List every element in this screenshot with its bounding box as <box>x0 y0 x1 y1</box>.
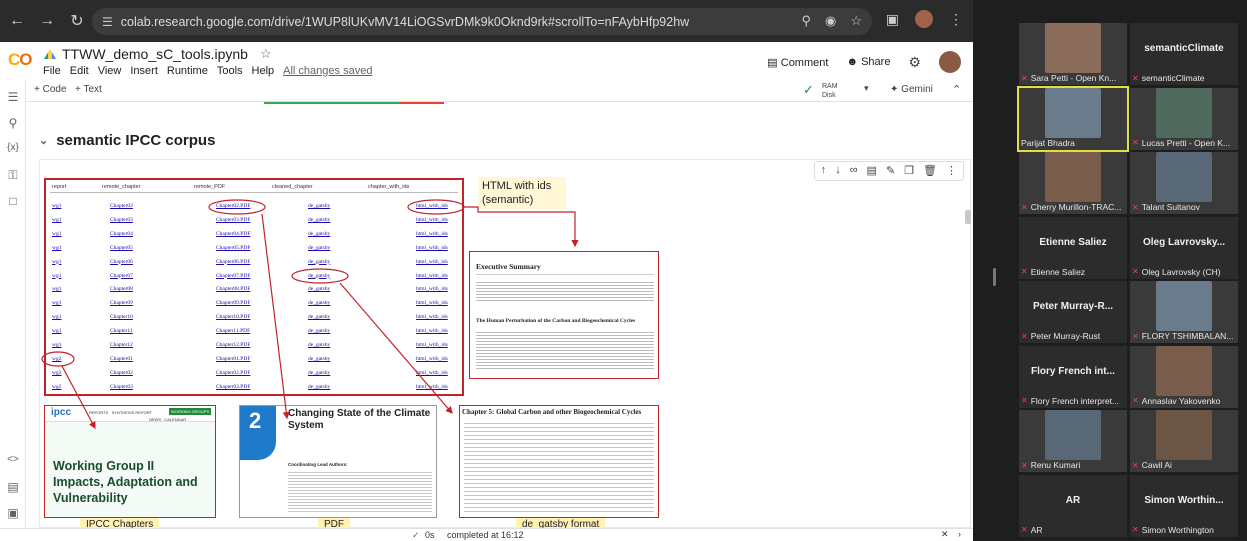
participant-tile[interactable]: Simon Worthin... ✕ Simon Worthington <box>1130 474 1238 537</box>
muted-mic-icon: ✕ <box>1132 267 1139 276</box>
muted-mic-icon: ✕ <box>1021 267 1028 276</box>
participant-tile[interactable]: Flory French int... ✕ Flory French interpr… <box>1019 345 1127 408</box>
participant-tile[interactable]: Peter Murray-R... ✕ Peter Murray-Rust <box>1019 281 1127 343</box>
participant-name-bar: ✕ Peter Murray-Rust <box>1021 331 1100 341</box>
participant-name: Cawil Ai <box>1141 460 1172 470</box>
arrow-to-pdf-thumb <box>261 213 290 420</box>
participant-name-bar: ✕ Annaslav Yakovenko <box>1132 396 1220 406</box>
video-call-participants-panel: ✕ Sara Petti - Open Kn... semanticClimate ✕… <box>973 0 1247 541</box>
participant-name: Etienne Saliez <box>1030 266 1086 277</box>
participant-name-bar: ✕ AR <box>1021 525 1043 535</box>
participant-name: Cherry Murillon-TRAC... <box>1030 202 1122 212</box>
participant-name: Annaslav Yakovenko <box>1141 395 1221 406</box>
participant-name-bar: ✕ Cherry Murillon-TRAC... <box>1021 202 1121 212</box>
participant-tile[interactable]: ✕ Sara Petti - Open Kn... <box>1019 23 1127 85</box>
muted-mic-icon: ✕ <box>1132 202 1139 212</box>
participant-video <box>1045 23 1101 73</box>
highlight-html-ids-ellipse <box>407 199 465 215</box>
panel-resize-handle[interactable] <box>993 268 996 286</box>
participant-display-name: AR <box>1065 494 1081 506</box>
browser-window: ← → ↻ ☰ colab.research.google.com/drive/… <box>0 0 973 541</box>
muted-mic-icon: ✕ <box>1132 331 1139 341</box>
participant-tile[interactable]: Etienne Saliez ✕ Etienne Saliez <box>1019 216 1127 279</box>
arrow-to-ipcc-thumb <box>61 365 96 430</box>
participant-video <box>1156 345 1212 396</box>
participant-tile[interactable]: ✕ Lucas Pretti - Open K... <box>1130 87 1238 150</box>
participant-name: Talant Sultanov <box>1141 202 1200 212</box>
participant-name-bar: ✕ FLORY TSHIMBALAN... <box>1132 331 1233 341</box>
status-bar: ✓ 0s completed at 16:12 ✕ › <box>0 528 973 541</box>
annotation-overlay <box>41 199 579 430</box>
participant-tile[interactable]: semanticClimate ✕ semanticClimate <box>1130 23 1238 85</box>
participant-tile[interactable]: ✕ FLORY TSHIMBALAN... <box>1130 281 1238 343</box>
expand-status-icon[interactable]: › <box>958 529 961 539</box>
status-check-icon: ✓ <box>412 530 420 540</box>
participant-video <box>1156 152 1212 202</box>
participant-display-name: Oleg Lavrovsky... <box>1142 236 1226 248</box>
muted-mic-icon: ✕ <box>1132 460 1139 470</box>
participant-name: Oleg Lavrovsky (CH) <box>1141 266 1221 277</box>
muted-mic-icon: ✕ <box>1021 396 1028 405</box>
participant-name: Renu Kumari <box>1030 460 1081 470</box>
participant-display-name: Simon Worthin... <box>1144 494 1224 506</box>
participant-name-bar: ✕ Renu Kumari <box>1021 460 1080 470</box>
participant-name-bar: ✕ Flory French interpret... <box>1021 396 1119 406</box>
participant-display-name: Etienne Saliez <box>1039 236 1107 248</box>
participant-name: Parijat Bhadra <box>1021 137 1075 148</box>
close-status-icon[interactable]: ✕ <box>941 529 949 540</box>
muted-mic-icon: ✕ <box>1132 138 1139 147</box>
participant-name-bar: ✕ Sara Petti - Open Kn... <box>1021 73 1116 83</box>
participant-video <box>1156 410 1212 460</box>
muted-mic-icon: ✕ <box>1021 460 1028 470</box>
participant-tile[interactable]: ✕ Talant Sultanov <box>1130 152 1238 214</box>
muted-mic-icon: ✕ <box>1132 73 1139 83</box>
highlight-pdf-ellipse <box>208 199 266 215</box>
participant-display-name: Peter Murray-R... <box>1032 301 1114 312</box>
participant-name-bar: ✕ Simon Worthington <box>1132 525 1214 535</box>
muted-mic-icon: ✕ <box>1132 525 1139 534</box>
participant-video <box>1156 281 1212 331</box>
participant-video <box>1045 410 1101 460</box>
arrow-to-gatsby-thumb <box>339 282 453 414</box>
participant-name: semanticClimate <box>1141 73 1205 83</box>
muted-mic-icon: ✕ <box>1021 331 1028 341</box>
status-duration: 0s <box>425 530 435 540</box>
participant-name: Lucas Pretti - Open K... <box>1141 137 1231 148</box>
participant-name: FLORY TSHIMBALAN... <box>1141 331 1234 341</box>
participant-tile[interactable]: ✕ Renu Kumari <box>1019 410 1127 472</box>
muted-mic-icon: ✕ <box>1021 73 1028 83</box>
muted-mic-icon: ✕ <box>1021 202 1028 212</box>
screen: ← → ↻ ☰ colab.research.google.com/drive/… <box>0 0 1247 541</box>
status-text: completed at 16:12 <box>447 530 524 540</box>
participant-name: Flory French interpret... <box>1030 395 1120 406</box>
highlight-wg2-ellipse <box>41 351 75 367</box>
participant-tile[interactable]: Parijat Bhadra <box>1017 85 1129 152</box>
participant-name-bar: ✕ Talant Sultanov <box>1132 202 1200 212</box>
highlight-gatsby-ellipse <box>291 268 349 284</box>
participant-name-bar: ✕ Cawil Ai <box>1132 460 1172 470</box>
participant-tile[interactable]: AR ✕ AR <box>1019 474 1127 537</box>
participant-video <box>1045 152 1101 202</box>
muted-mic-icon: ✕ <box>1021 525 1028 534</box>
participant-name: AR <box>1030 524 1043 535</box>
participant-name-bar: ✕ Lucas Pretti - Open K... <box>1132 138 1230 148</box>
participant-tile[interactable]: ✕ Cherry Murillon-TRAC... <box>1019 152 1127 214</box>
participant-name-bar: ✕ Etienne Saliez <box>1021 267 1085 277</box>
participant-display-name: semanticClimate <box>1144 43 1224 54</box>
participant-display-name: Flory French int... <box>1031 365 1115 377</box>
participant-tile[interactable]: ✕ Cawil Ai <box>1130 410 1238 472</box>
arrow-to-exec-summary <box>464 206 579 248</box>
participant-video <box>1156 87 1212 138</box>
participant-tile[interactable]: ✕ Annaslav Yakovenko <box>1130 345 1238 408</box>
participant-tile[interactable]: Oleg Lavrovsky... ✕ Oleg Lavrovsky (CH) <box>1130 216 1238 279</box>
participant-name-bar: ✕ semanticClimate <box>1132 73 1205 83</box>
participant-name-bar: Parijat Bhadra <box>1021 138 1075 148</box>
participant-name-bar: ✕ Oleg Lavrovsky (CH) <box>1132 267 1221 277</box>
participant-name: Peter Murray-Rust <box>1030 331 1101 341</box>
participant-video <box>1045 87 1101 138</box>
muted-mic-icon: ✕ <box>1132 396 1139 405</box>
participant-name: Simon Worthington <box>1141 524 1214 535</box>
participant-name: Sara Petti - Open Kn... <box>1030 73 1117 83</box>
